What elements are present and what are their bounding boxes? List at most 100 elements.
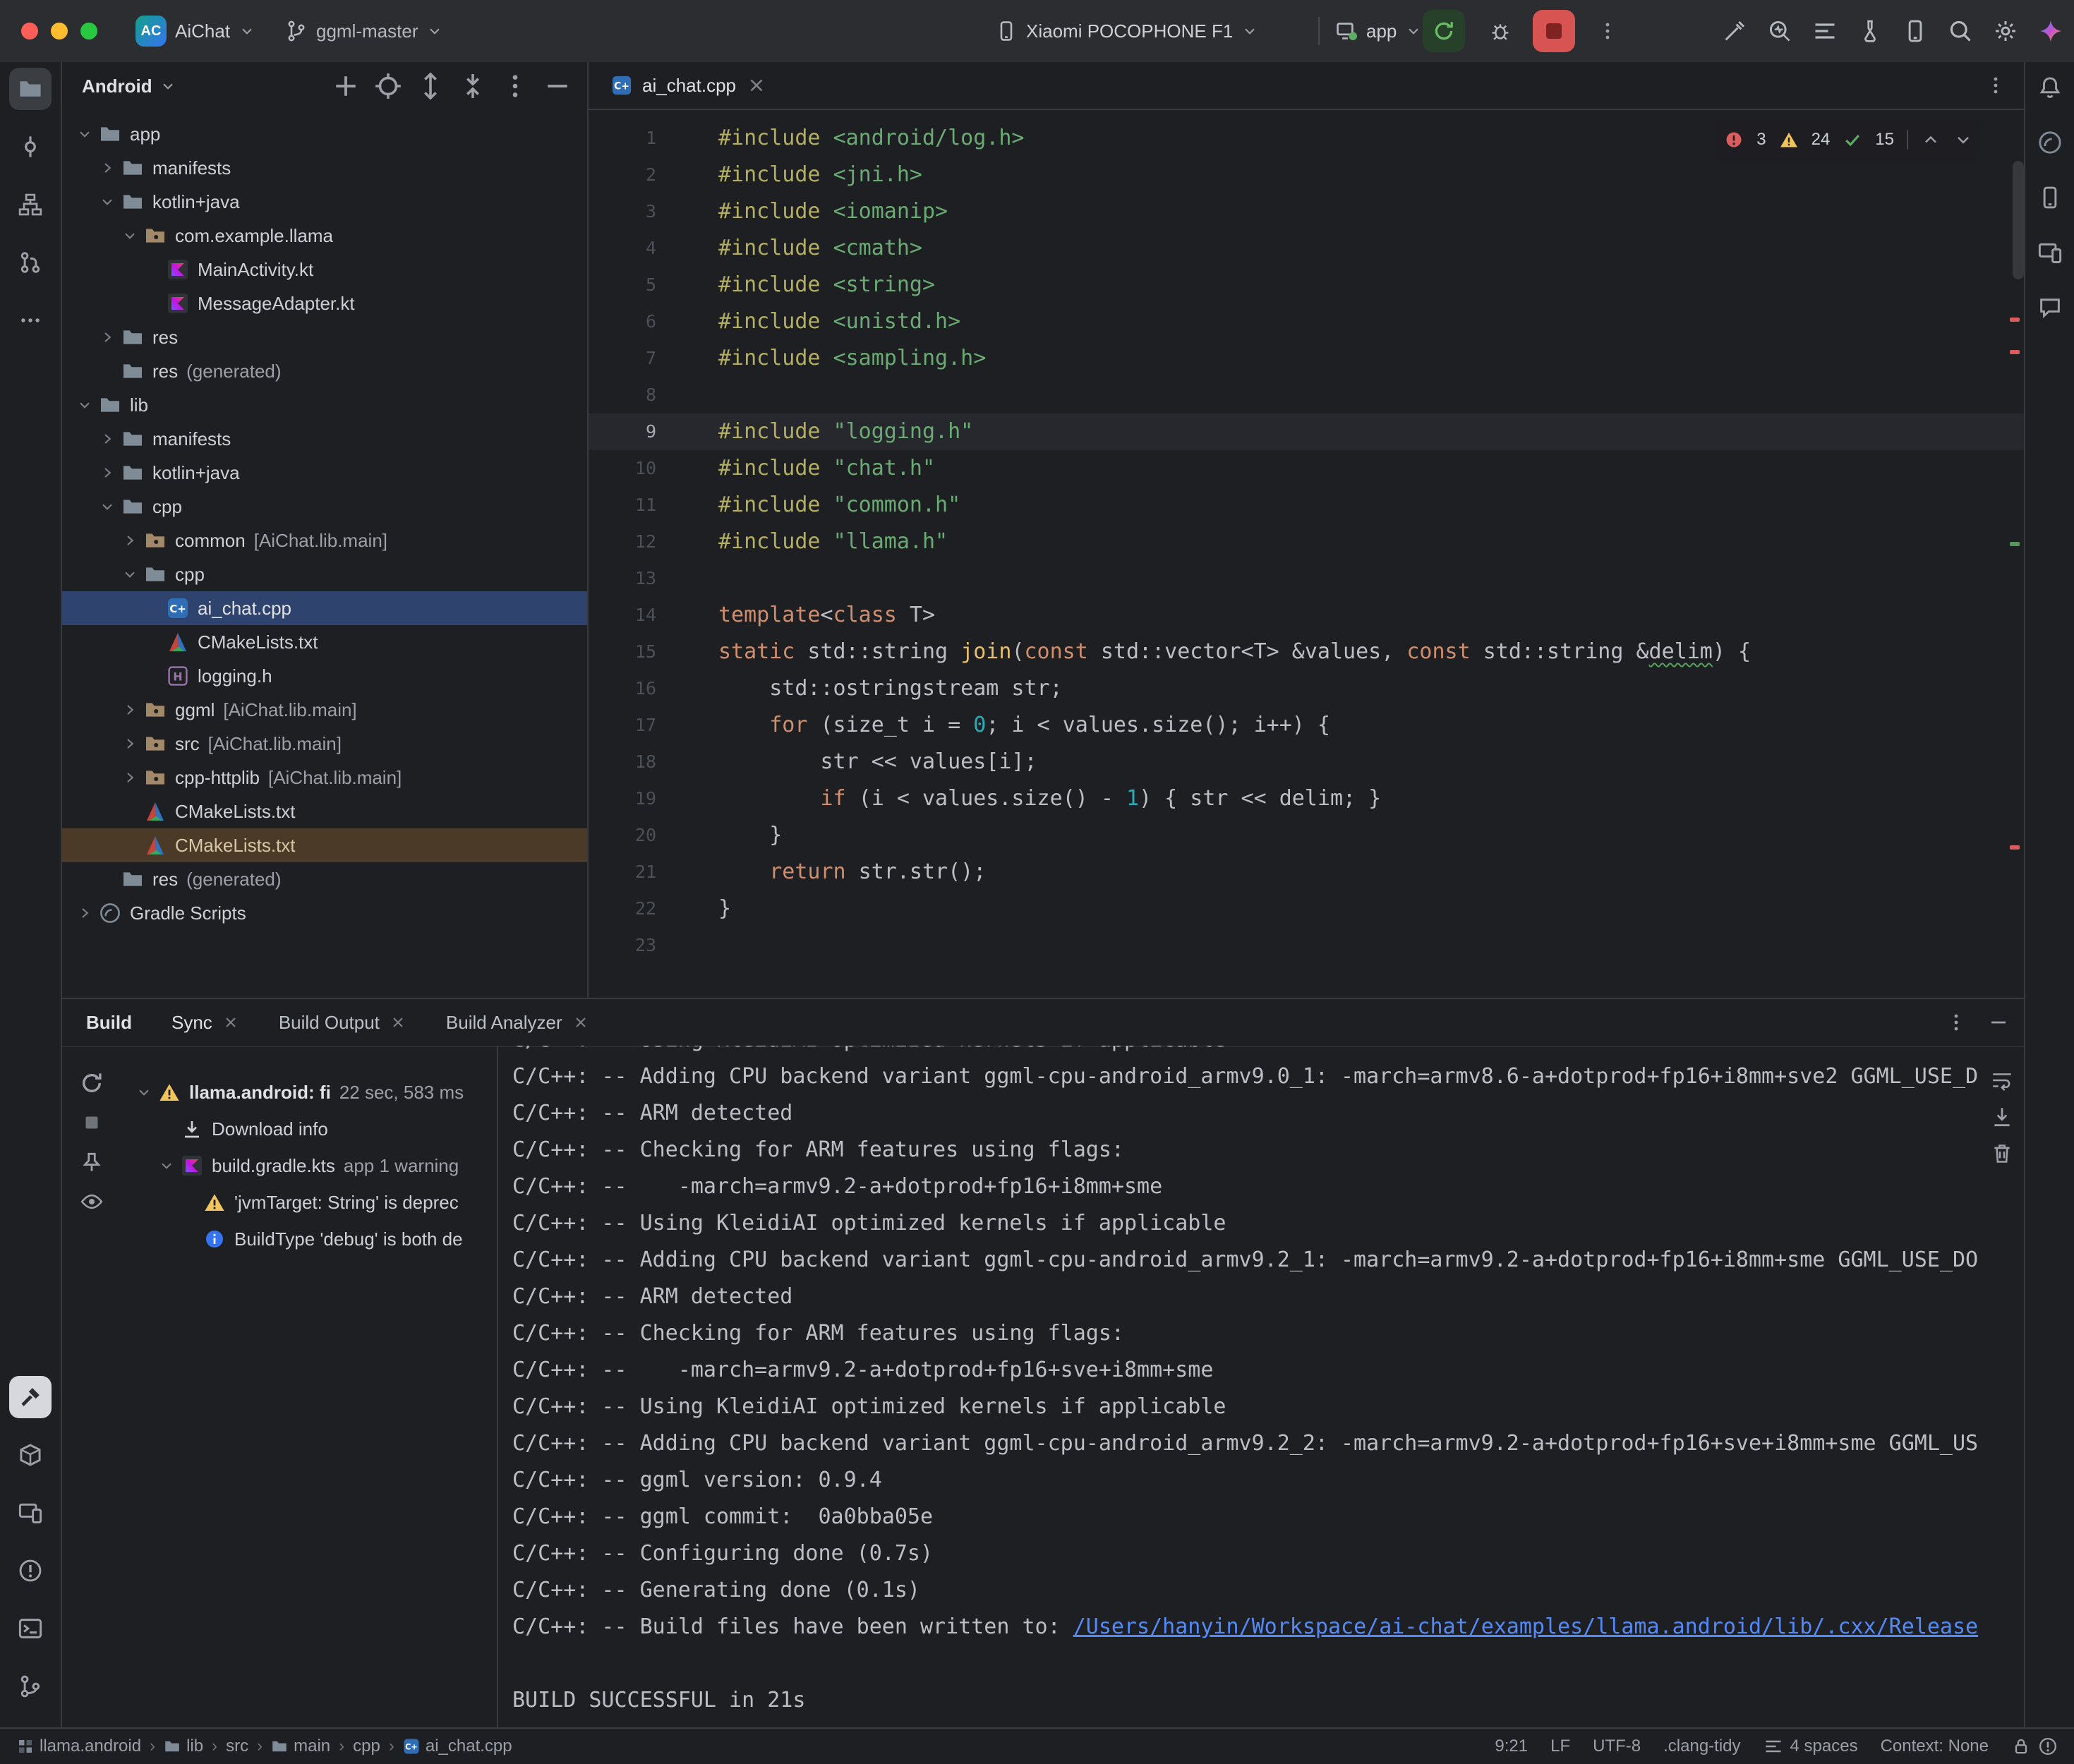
build-panel-title[interactable]: Build [86,1012,132,1034]
close-window-button[interactable] [21,23,38,40]
line-number[interactable]: 5 [589,267,656,303]
options-icon[interactable] [497,68,533,104]
line-number[interactable]: 10 [589,450,656,487]
build-options-icon[interactable] [1945,1011,1967,1034]
toolwindow-button-packages[interactable] [9,1434,52,1476]
project-tree-item[interactable]: kotlin+java [62,185,587,219]
debug-app-button[interactable] [1479,10,1521,52]
code-line[interactable]: 8 [589,377,2024,413]
code-line[interactable]: 16 std::ostringstream str; [589,670,2024,707]
device-mirroring-icon[interactable] [1903,18,1928,44]
code-line[interactable]: 14template<class T> [589,597,2024,634]
console-link[interactable]: /Users/hanyin/Workspace/ai-chat/examples… [1073,1614,1978,1639]
chevron-right-icon[interactable] [119,766,141,789]
stop-sync-icon[interactable] [80,1111,104,1135]
project-tree-item[interactable]: com.example.llama [62,219,587,253]
code-line[interactable]: 22} [589,890,2024,927]
close-tab-icon[interactable] [390,1014,406,1031]
line-number[interactable]: 1 [589,120,656,157]
close-tab-icon[interactable] [572,1014,589,1031]
line-number[interactable]: 2 [589,157,656,193]
add-icon[interactable] [327,68,364,104]
minimize-window-button[interactable] [51,23,68,40]
chevron-right-icon[interactable] [96,157,119,179]
line-number[interactable]: 11 [589,487,656,524]
code-line[interactable]: 21 return str.str(); [589,854,2024,890]
line-number[interactable]: 7 [589,340,656,377]
error-stripe-mark[interactable] [2010,318,2020,322]
caret-position[interactable]: 9:21 [1495,1736,1528,1756]
ai-code-assist-icon[interactable] [1722,18,1747,44]
toolwindow-button-device-manager[interactable] [9,1492,52,1534]
code-line[interactable]: 2#include <jni.h> [589,157,2024,193]
toolwindow-button-assistant[interactable] [2030,288,2070,327]
device-selector[interactable]: Xiaomi POCOPHONE F1 [995,0,1258,62]
line-number[interactable]: 19 [589,780,656,817]
build-tab-build-analyzer[interactable]: Build Analyzer [446,1012,589,1034]
chevron-right-icon[interactable] [73,902,96,924]
context-widget[interactable]: Context: None [1881,1736,1989,1756]
toolwindow-button-gradle[interactable] [2030,123,2070,162]
code-line[interactable]: 18 str << values[i]; [589,744,2024,780]
project-tree-item[interactable]: CMakeLists.txt [62,625,587,659]
editor-scrollbar[interactable] [2013,161,2024,279]
chevron-right-icon[interactable] [119,529,141,552]
gemini-icon[interactable] [2038,18,2063,44]
chevron-down-icon[interactable] [155,1154,178,1177]
project-tree-item[interactable]: MainActivity.kt [62,253,587,286]
error-stripe-mark[interactable] [2010,350,2020,354]
chevron-down-icon[interactable] [73,123,96,145]
toolwindow-button-terminal[interactable] [9,1607,52,1650]
line-number[interactable]: 3 [589,193,656,230]
search-everywhere-icon[interactable] [1948,18,1973,44]
preview-icon[interactable] [80,1190,104,1214]
soft-wrap-icon[interactable] [1990,1068,2014,1092]
editor-options-icon[interactable] [1984,74,2007,97]
toolwindow-button-device-explorer[interactable] [2030,178,2070,217]
code-line[interactable]: 12#include "llama.h" [589,524,2024,560]
build-tree-item[interactable]: build.gradle.ktsapp 1 warning [121,1147,497,1184]
build-tree-item[interactable]: llama.android: fi22 sec, 583 ms [121,1074,497,1111]
line-number[interactable]: 23 [589,927,656,964]
project-selector[interactable]: AC AiChat [135,0,255,62]
breadcrumb-item[interactable]: cpp [353,1736,380,1756]
toolwindow-button-version-control[interactable] [9,1665,52,1708]
breadcrumb-item[interactable]: main [271,1736,330,1756]
project-tree-item[interactable]: manifests [62,422,587,456]
event-log-icon[interactable] [2038,1736,2058,1756]
breadcrumb-item[interactable]: src [226,1736,248,1756]
build-tree-item[interactable]: 'jvmTarget: String' is deprec [121,1184,497,1221]
build-tab-build-output[interactable]: Build Output [279,1012,406,1034]
chevron-down-icon[interactable] [119,563,141,586]
project-tree-item[interactable]: Hlogging.h [62,659,587,693]
project-tree-item[interactable]: manifests [62,151,587,185]
line-number[interactable]: 15 [589,634,656,670]
code-line[interactable]: 13 [589,560,2024,597]
project-tree-item[interactable]: cpp-httplib[AiChat.lib.main] [62,761,587,795]
project-tree-item[interactable]: common[AiChat.lib.main] [62,524,587,557]
chevron-down-icon[interactable] [73,394,96,416]
build-tab-sync[interactable]: Sync [171,1012,239,1034]
editor-tab-ai-chat-cpp[interactable]: C+ ai_chat.cpp [589,62,781,109]
settings-icon[interactable] [1993,18,2018,44]
run-configuration-selector[interactable]: app [1335,0,1422,62]
code-line[interactable]: 5#include <string> [589,267,2024,303]
project-tree-item[interactable]: res(generated) [62,354,587,388]
error-stripe-mark[interactable] [2010,845,2020,850]
project-tree-item[interactable]: kotlin+java [62,456,587,490]
project-tree-item[interactable]: cpp [62,557,587,591]
chevron-right-icon[interactable] [119,699,141,721]
error-stripe-mark[interactable] [2010,542,2020,546]
project-tree-item[interactable]: res(generated) [62,862,587,896]
line-number[interactable]: 20 [589,817,656,854]
breadcrumb-item[interactable]: C+ai_chat.cpp [403,1736,512,1756]
line-number[interactable]: 13 [589,560,656,597]
chevron-down-icon[interactable] [159,78,176,95]
vcs-branch-selector[interactable]: ggml-master [285,0,443,62]
line-number[interactable]: 18 [589,744,656,780]
code-line[interactable]: 3#include <iomanip> [589,193,2024,230]
toolwindow-button-structure[interactable] [9,183,52,226]
inspections-widget[interactable]: 3 24 15 [1716,119,1982,161]
chevron-down-icon[interactable] [96,191,119,213]
project-tree-item[interactable]: C+ai_chat.cpp [62,591,587,625]
